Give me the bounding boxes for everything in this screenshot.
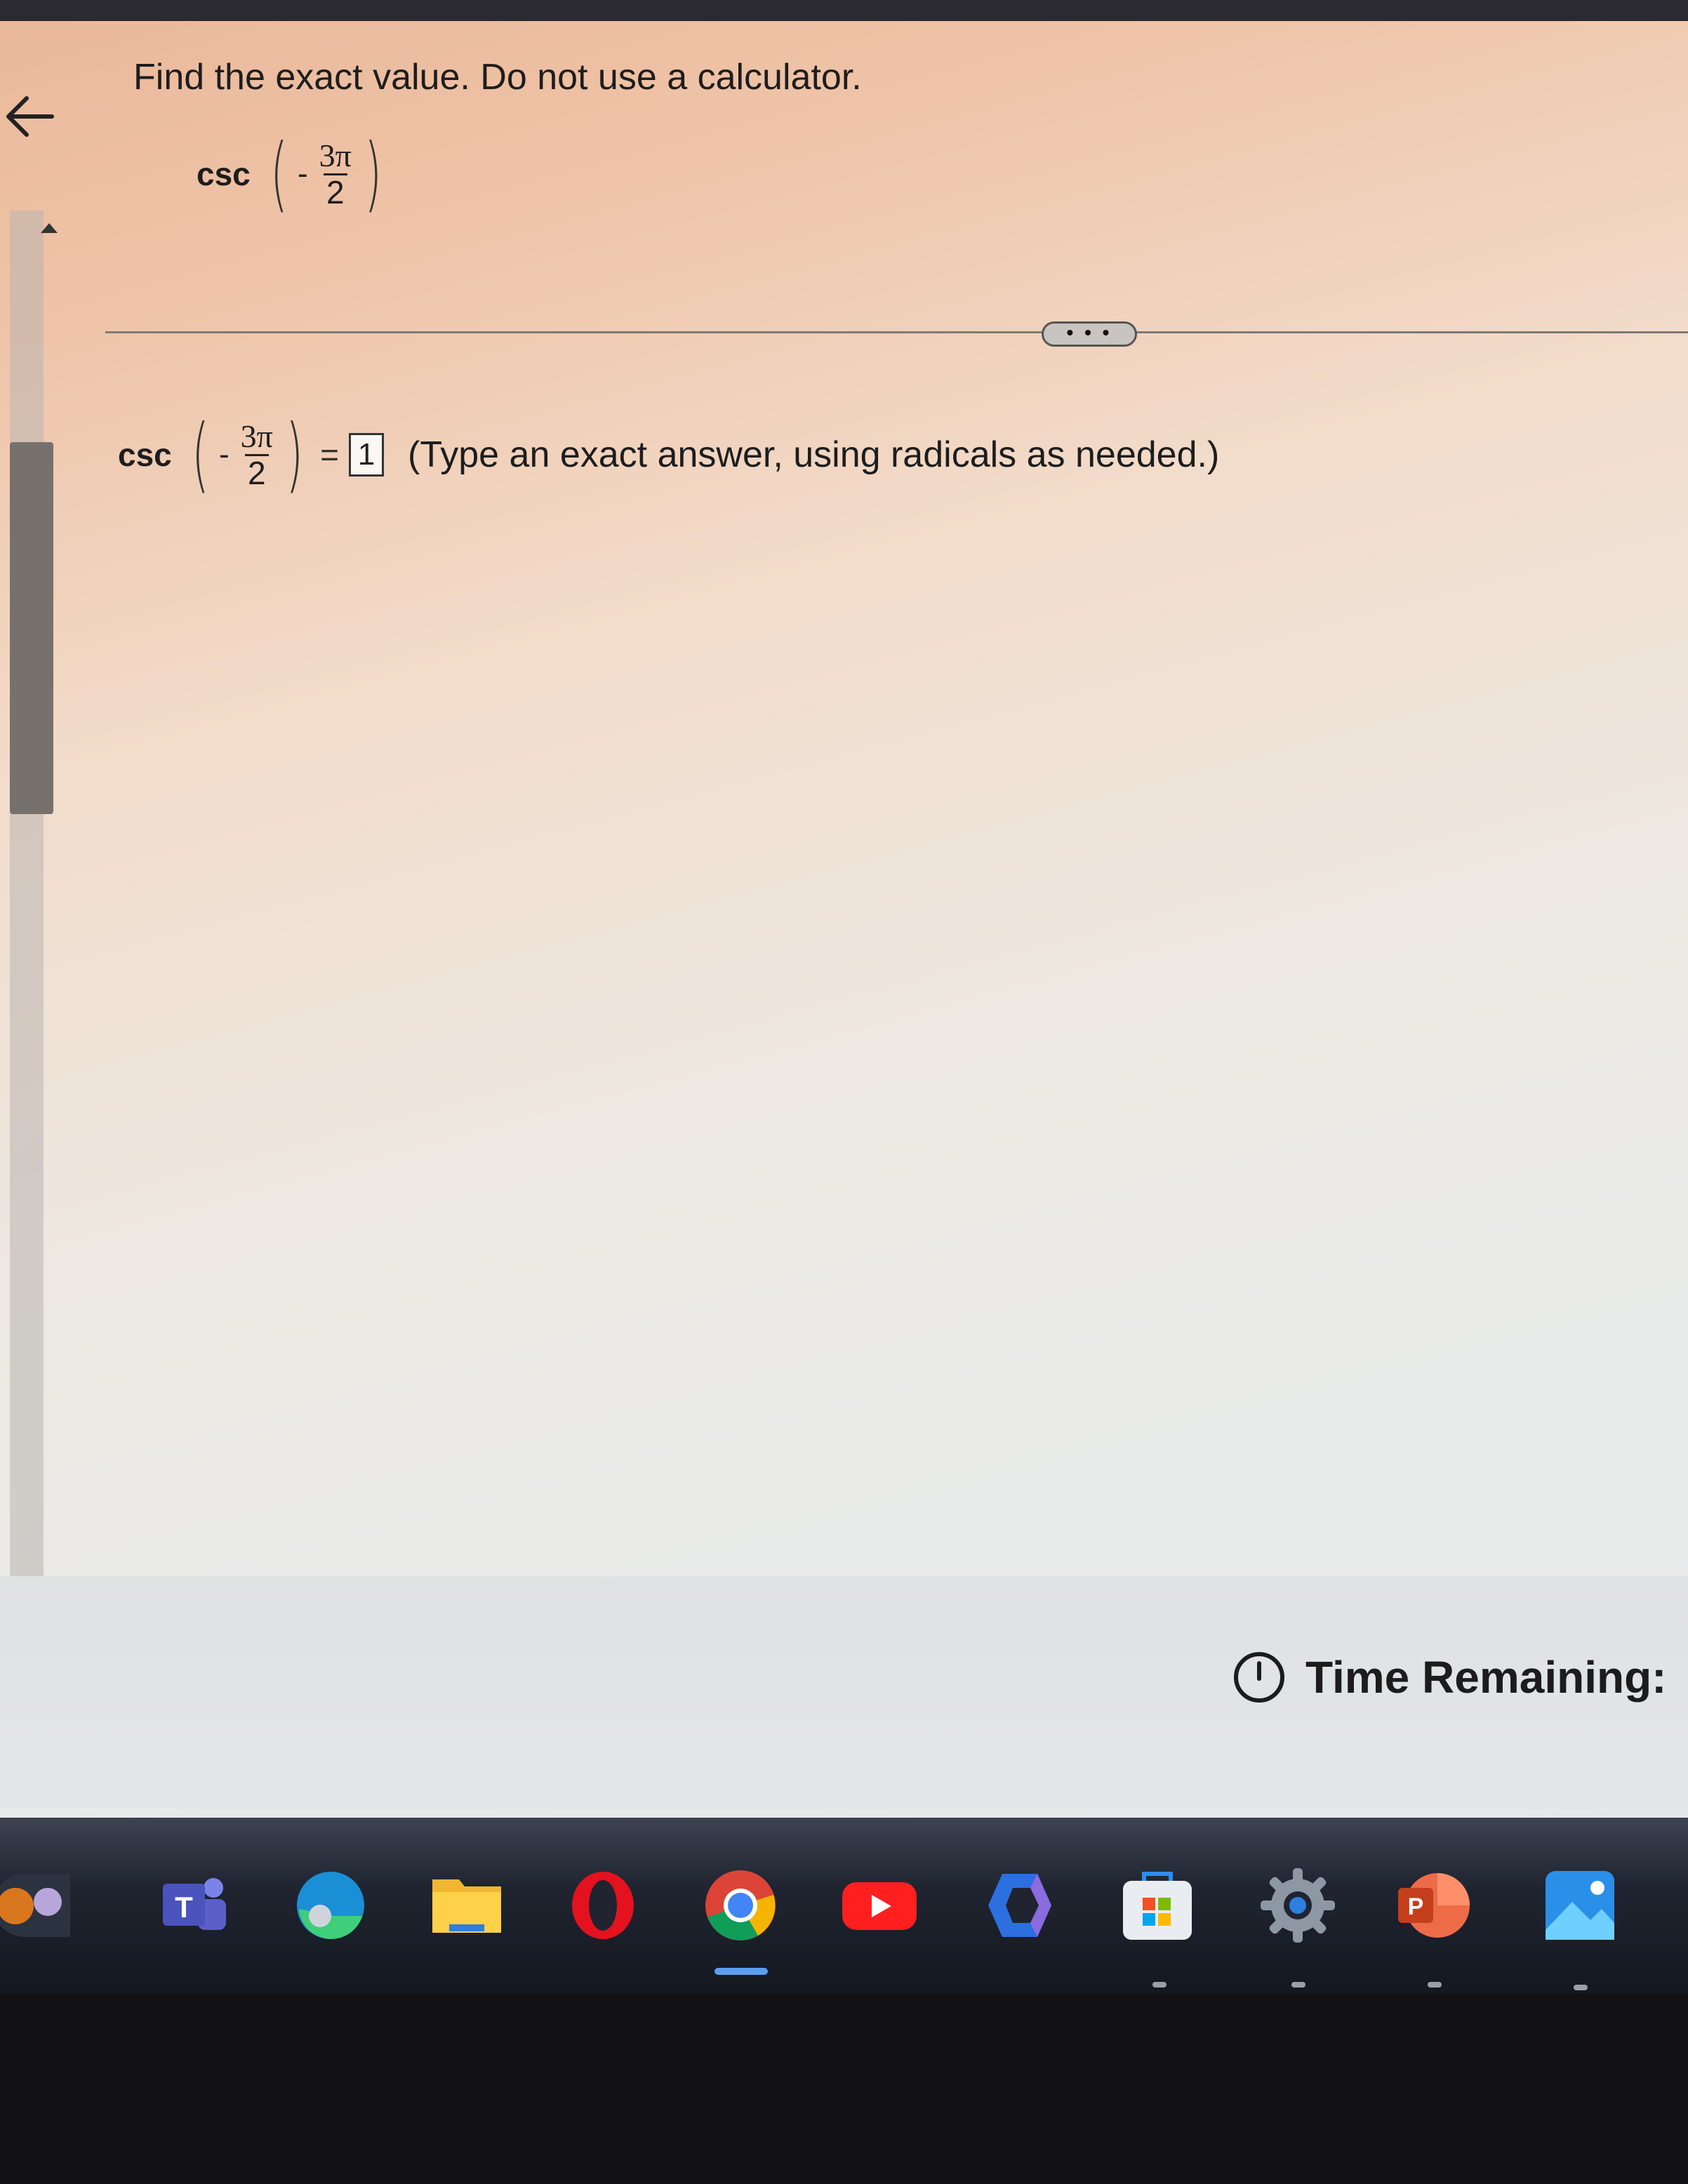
fraction-numerator: 3π bbox=[240, 418, 273, 455]
active-app-indicator bbox=[715, 1968, 768, 1975]
copilot-icon[interactable] bbox=[981, 1867, 1058, 1944]
app-window: Find the exact value. Do not use a calcu… bbox=[0, 0, 1688, 2014]
scrollbar-thumb[interactable] bbox=[10, 442, 53, 814]
monitor-bezel bbox=[0, 1993, 1688, 2184]
time-remaining-label: Time Remaining: bbox=[1305, 1652, 1667, 1703]
running-indicator bbox=[1291, 1982, 1305, 1987]
clock-icon bbox=[1234, 1652, 1284, 1703]
microsoft-store-icon[interactable] bbox=[1119, 1867, 1196, 1944]
fraction: 3π 2 bbox=[317, 138, 354, 209]
edge-icon[interactable] bbox=[292, 1867, 369, 1944]
fraction-denominator: 2 bbox=[323, 173, 347, 209]
scrollbar-track[interactable] bbox=[10, 211, 44, 1586]
back-arrow-icon[interactable] bbox=[3, 83, 56, 150]
negative-sign: - bbox=[298, 157, 308, 191]
widgets-icon[interactable] bbox=[0, 1867, 70, 1944]
negative-sign: - bbox=[219, 437, 230, 472]
answer-input[interactable]: 1 bbox=[349, 433, 385, 477]
running-indicator bbox=[1152, 1982, 1167, 1987]
running-indicator bbox=[1574, 1985, 1588, 1990]
time-remaining: Time Remaining: bbox=[1232, 1651, 1666, 1704]
more-options-button[interactable]: • • • bbox=[1042, 321, 1137, 347]
answer-hint: (Type an exact answer, using radicals as… bbox=[408, 434, 1220, 475]
question-expression: csc ( - 3π 2 ) bbox=[197, 133, 389, 215]
file-explorer-icon[interactable] bbox=[428, 1867, 505, 1944]
svg-text:T: T bbox=[175, 1891, 193, 1924]
left-paren: ( bbox=[270, 126, 288, 221]
teams-icon[interactable]: T bbox=[157, 1867, 234, 1944]
photos-icon[interactable] bbox=[1541, 1867, 1619, 1944]
right-paren: ) bbox=[364, 126, 382, 221]
youtube-icon[interactable] bbox=[841, 1867, 918, 1944]
question-instruction: Find the exact value. Do not use a calcu… bbox=[133, 57, 862, 98]
fraction: 3π 2 bbox=[238, 418, 276, 490]
settings-icon[interactable] bbox=[1259, 1867, 1336, 1944]
powerpoint-icon[interactable]: P bbox=[1395, 1867, 1473, 1944]
opera-icon[interactable] bbox=[564, 1867, 642, 1944]
scroll-up-arrow-icon[interactable] bbox=[41, 223, 58, 233]
function-name: csc bbox=[197, 156, 251, 192]
equals-sign: = bbox=[320, 437, 340, 473]
running-indicator bbox=[1428, 1982, 1442, 1987]
svg-text:P: P bbox=[1408, 1893, 1424, 1920]
fraction-denominator: 2 bbox=[244, 453, 269, 490]
section-divider bbox=[105, 331, 1688, 333]
left-paren: ( bbox=[191, 407, 209, 502]
right-paren: ) bbox=[286, 407, 303, 502]
taskbar: T P bbox=[0, 1818, 1688, 1993]
chrome-icon[interactable] bbox=[702, 1867, 779, 1944]
function-name: csc bbox=[118, 437, 172, 473]
fraction-numerator: 3π bbox=[319, 138, 352, 174]
answer-row: csc ( - 3π 2 ) = 1 (Type an exact answer… bbox=[118, 414, 1219, 495]
window-top-edge bbox=[0, 0, 1688, 21]
